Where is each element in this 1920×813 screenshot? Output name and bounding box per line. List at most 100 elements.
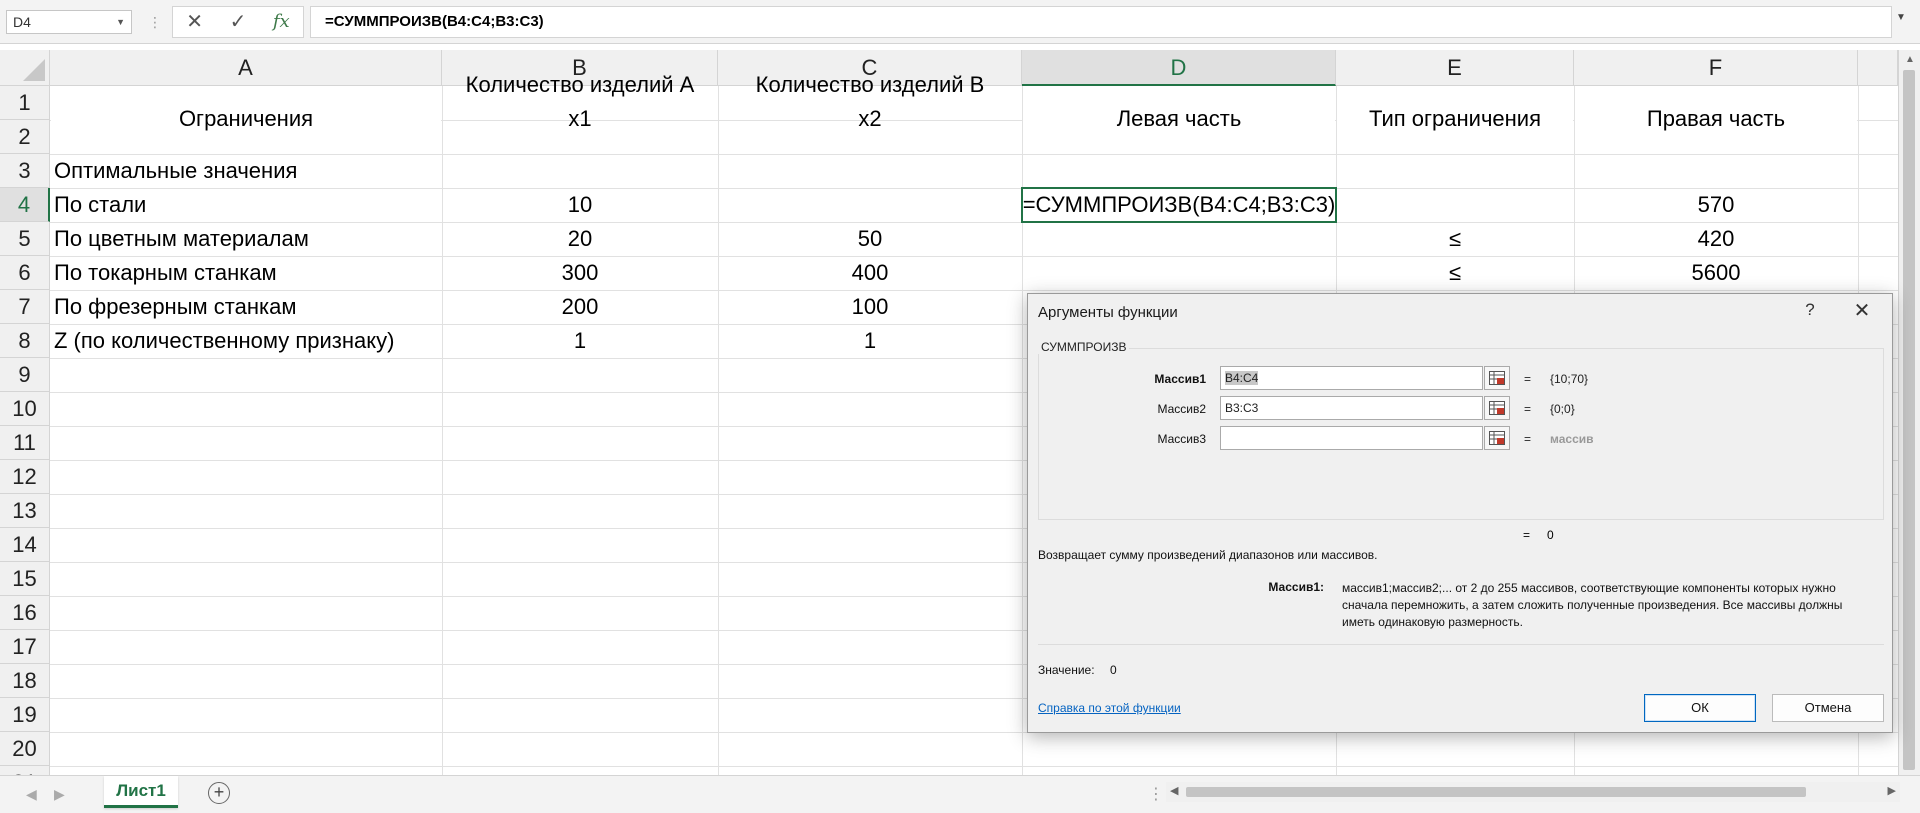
- add-sheet-icon[interactable]: +: [208, 782, 230, 804]
- chevron-left-icon[interactable]: ◀: [1170, 784, 1178, 797]
- cell-f1[interactable]: Правая часть: [1574, 102, 1858, 136]
- drag-handle-icon[interactable]: ⋮: [148, 12, 162, 32]
- row-header-1[interactable]: 1: [0, 86, 50, 120]
- chevron-left-icon[interactable]: ◀: [26, 786, 37, 803]
- row-header-21[interactable]: 21: [0, 766, 50, 775]
- cell-e6[interactable]: ≤: [1336, 256, 1574, 290]
- row-header-2[interactable]: 2: [0, 120, 50, 154]
- cell-c1[interactable]: Количество изделий В: [718, 68, 1022, 102]
- arg2-eq: =: [1524, 402, 1532, 416]
- chevron-up-icon[interactable]: ▲: [1899, 54, 1920, 65]
- enter-icon[interactable]: ✓: [220, 8, 256, 36]
- arg1-input[interactable]: B4:C4: [1220, 366, 1483, 390]
- cell-a4[interactable]: По стали: [50, 188, 442, 222]
- chevron-right-icon[interactable]: ▶: [54, 786, 65, 803]
- column-header-f[interactable]: F: [1574, 50, 1858, 86]
- cell-b6[interactable]: 300: [442, 256, 718, 290]
- range-picker-icon[interactable]: [1484, 426, 1510, 450]
- cell-a7[interactable]: По фрезерным станкам: [50, 290, 442, 324]
- row-header-13[interactable]: 13: [0, 494, 50, 528]
- cell-b4[interactable]: 10: [442, 188, 718, 222]
- argument-description: массив1;массив2;... от 2 до 255 массивов…: [1342, 581, 1843, 629]
- cell-c2[interactable]: x2: [718, 102, 1022, 136]
- column-header-a[interactable]: A: [50, 50, 442, 86]
- chevron-down-icon[interactable]: ▼: [116, 11, 125, 33]
- cell-b2[interactable]: x1: [442, 102, 718, 136]
- sheet-tab-bar: ◀ ▶ Лист1 + ⋮ ◀ ▶: [0, 775, 1920, 813]
- close-icon[interactable]: ✕: [1848, 298, 1876, 323]
- range-picker-icon[interactable]: [1484, 396, 1510, 420]
- row-header-8[interactable]: 8: [0, 324, 50, 358]
- column-header-e[interactable]: E: [1336, 50, 1574, 86]
- cell-b1[interactable]: Количество изделий А: [442, 68, 718, 102]
- cell-c5[interactable]: 50: [718, 222, 1022, 256]
- cell-a3[interactable]: Оптимальные значения: [50, 154, 442, 188]
- row-header-15[interactable]: 15: [0, 562, 50, 596]
- cell-b8[interactable]: 1: [442, 324, 718, 358]
- row-header-9[interactable]: 9: [0, 358, 50, 392]
- row-gridline: [50, 766, 1898, 767]
- row-header-5[interactable]: 5: [0, 222, 50, 256]
- cancel-button[interactable]: Отмена: [1772, 694, 1884, 722]
- scroll-thumb[interactable]: [1903, 70, 1915, 770]
- column-header-g[interactable]: [1858, 50, 1898, 86]
- result-value: 0: [1547, 528, 1554, 542]
- row-header-20[interactable]: 20: [0, 732, 50, 766]
- name-box[interactable]: D4 ▼: [6, 10, 132, 34]
- arg2-value: B3:C3: [1225, 401, 1259, 415]
- scroll-thumb[interactable]: [1186, 787, 1806, 797]
- formula-buttons: ✕ ✓ fx: [172, 6, 304, 38]
- arg3-input[interactable]: [1220, 426, 1483, 450]
- chevron-down-icon[interactable]: ▼: [1896, 12, 1906, 23]
- sheet-tab-list1[interactable]: Лист1: [104, 776, 178, 808]
- arg2-input[interactable]: B3:C3: [1220, 396, 1483, 420]
- row-header-10[interactable]: 10: [0, 392, 50, 426]
- formula-input[interactable]: =СУММПРОИЗВ(B4:C4;B3:C3): [310, 6, 1892, 38]
- cell-c6[interactable]: 400: [718, 256, 1022, 290]
- cell-a5[interactable]: По цветным материалам: [50, 222, 442, 256]
- drag-handle-icon[interactable]: ⋮: [1148, 784, 1164, 804]
- cell-e1[interactable]: Тип ограничения: [1336, 102, 1574, 136]
- row-header-14[interactable]: 14: [0, 528, 50, 562]
- function-description: Возвращает сумму произведений диапазонов…: [1038, 548, 1378, 562]
- divider: [1038, 644, 1884, 645]
- function-help-link[interactable]: Справка по этой функции: [1038, 701, 1181, 715]
- chevron-right-icon[interactable]: ▶: [1888, 784, 1896, 797]
- active-cell-outline: [1021, 187, 1337, 223]
- column-header-d[interactable]: D: [1022, 50, 1336, 86]
- cell-f6[interactable]: 5600: [1574, 256, 1858, 290]
- cell-a8[interactable]: Z (по количественному признаку): [50, 324, 442, 358]
- row-header-18[interactable]: 18: [0, 664, 50, 698]
- help-icon[interactable]: ?: [1798, 300, 1822, 320]
- cell-a6[interactable]: По токарным станкам: [50, 256, 442, 290]
- select-all-corner[interactable]: [0, 50, 50, 86]
- vertical-scrollbar[interactable]: ▲: [1898, 50, 1920, 775]
- row-header-11[interactable]: 11: [0, 426, 50, 460]
- insert-function-icon[interactable]: fx: [263, 8, 299, 36]
- horizontal-scrollbar[interactable]: ◀ ▶: [1166, 782, 1900, 802]
- row-header-3[interactable]: 3: [0, 154, 50, 188]
- cell-e5[interactable]: ≤: [1336, 222, 1574, 256]
- row-header-4[interactable]: 4: [0, 188, 50, 222]
- cell-f5[interactable]: 420: [1574, 222, 1858, 256]
- cell-b5[interactable]: 20: [442, 222, 718, 256]
- value-label: Значение:: [1038, 663, 1095, 677]
- row-header-7[interactable]: 7: [0, 290, 50, 324]
- cell-c7[interactable]: 100: [718, 290, 1022, 324]
- formula-bar: D4 ▼ ⋮ ✕ ✓ fx =СУММПРОИЗВ(B4:C4;B3:C3) ▼: [0, 0, 1920, 44]
- row-header-6[interactable]: 6: [0, 256, 50, 290]
- row-header-19[interactable]: 19: [0, 698, 50, 732]
- ok-button[interactable]: ОК: [1644, 694, 1756, 722]
- row-header-17[interactable]: 17: [0, 630, 50, 664]
- range-picker-icon[interactable]: [1484, 366, 1510, 390]
- cell-b7[interactable]: 200: [442, 290, 718, 324]
- cancel-icon[interactable]: ✕: [177, 8, 213, 36]
- cell-c8[interactable]: 1: [718, 324, 1022, 358]
- cell-a1[interactable]: Ограничения: [50, 102, 442, 136]
- row-header-16[interactable]: 16: [0, 596, 50, 630]
- row-header-12[interactable]: 12: [0, 460, 50, 494]
- function-arguments-dialog: Аргументы функции ? ✕ СУММПРОИЗВ Массив1…: [1027, 293, 1893, 733]
- cell-f4[interactable]: 570: [1574, 188, 1858, 222]
- arg1-eq: =: [1524, 372, 1532, 386]
- cell-d1[interactable]: Левая часть: [1022, 102, 1336, 136]
